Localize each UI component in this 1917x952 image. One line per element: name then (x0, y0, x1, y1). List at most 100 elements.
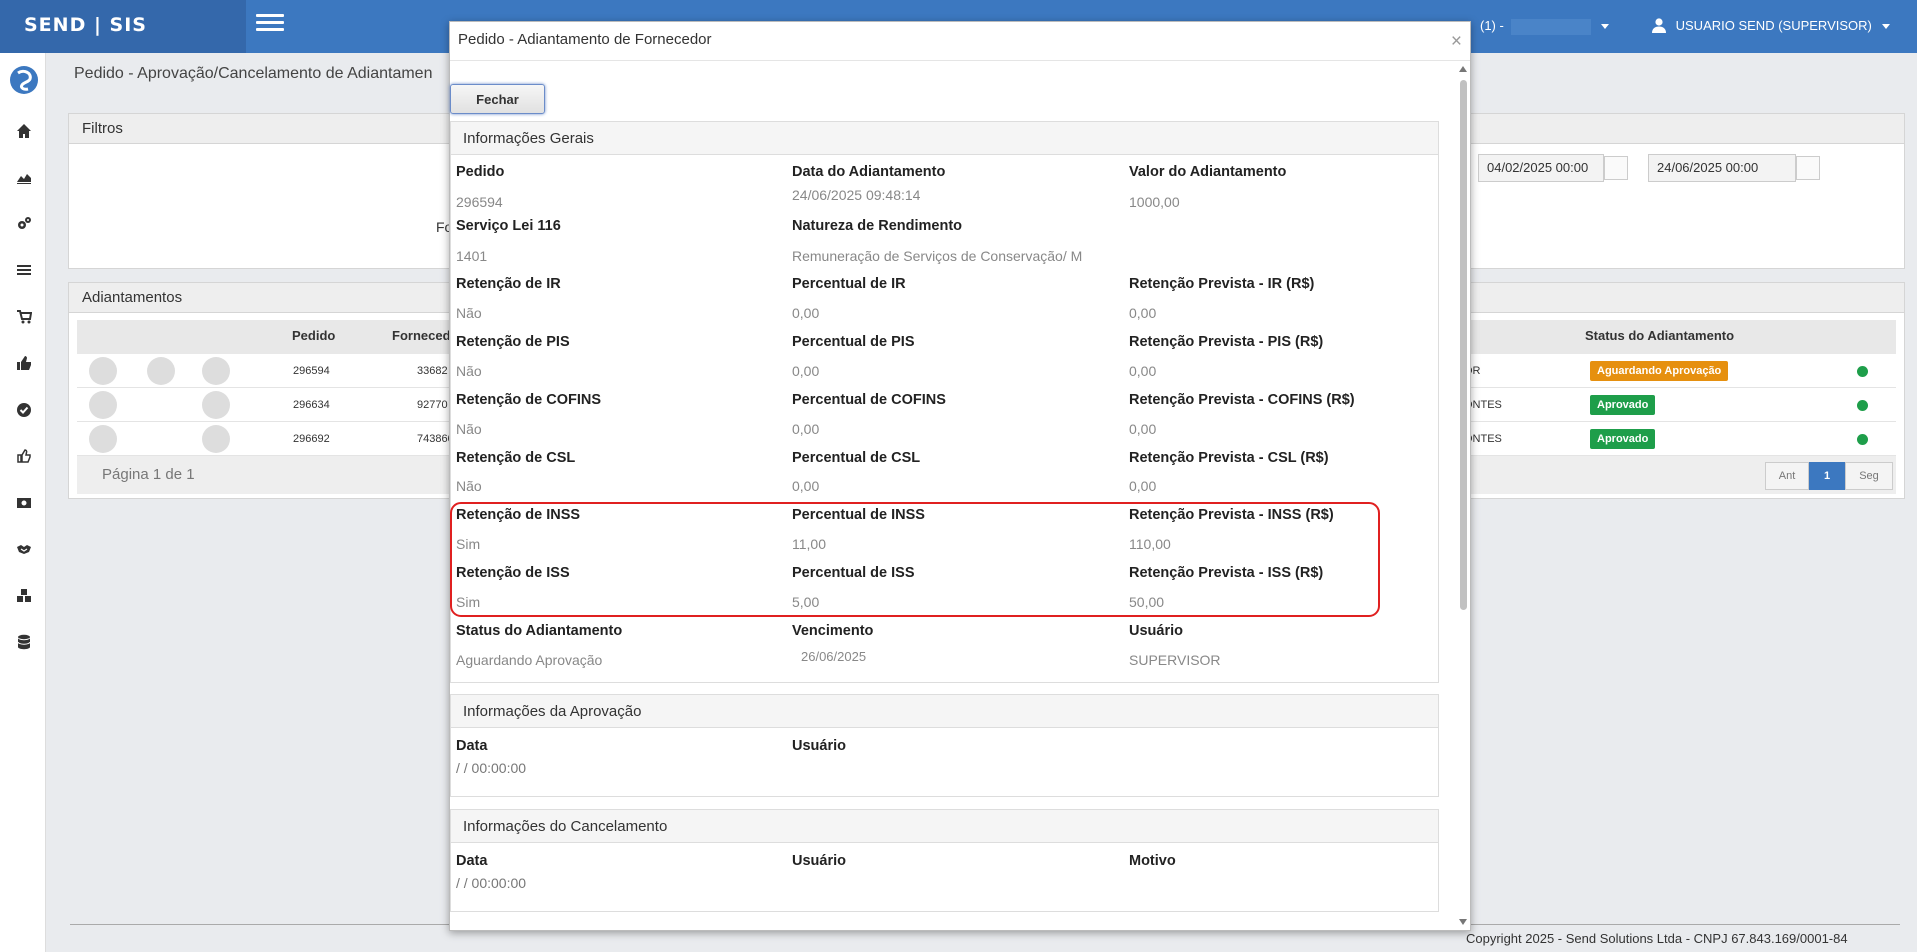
status-badge: Aguardando Aprovação (1590, 361, 1729, 381)
cancel-info-title: Informações do Cancelamento (451, 810, 1438, 843)
field-label: Retenção de PIS (456, 334, 570, 350)
cancel-info-section: Informações do Cancelamento (450, 809, 1439, 912)
cancel-icon[interactable] (202, 391, 230, 419)
menu-toggle-icon[interactable] (256, 14, 284, 34)
field-label: Percentual de IR (792, 276, 906, 292)
status-dot-icon (1857, 434, 1868, 445)
general-info-title: Informações Gerais (451, 122, 1438, 155)
field-value: 50,00 (1129, 594, 1165, 610)
row-pedido: 296634 (293, 399, 330, 411)
field-value: SUPERVISOR (1129, 652, 1221, 668)
user-menu[interactable]: USUARIO SEND (SUPERVISOR) (1652, 18, 1890, 33)
close-icon[interactable]: × (1451, 31, 1462, 53)
calendar-icon[interactable] (1796, 156, 1820, 180)
field-value: Aguardando Aprovação (456, 652, 603, 668)
field-value: 0,00 (792, 363, 820, 379)
status-dot-icon (1857, 400, 1868, 411)
field-label: Status do Adiantamento (456, 623, 623, 639)
field-value: Não (456, 478, 482, 494)
calendar-icon[interactable] (1604, 156, 1628, 180)
company-name-redacted (1511, 18, 1592, 35)
status-badge: Aprovado (1590, 429, 1656, 449)
field-label: Retenção Prevista - COFINS (R$) (1129, 392, 1355, 408)
cart-icon[interactable] (16, 309, 32, 325)
status-dot-icon (1857, 366, 1868, 377)
field-label: Pedido (456, 164, 505, 180)
approval-info-section: Informações da Aprovação (450, 694, 1439, 797)
sidebar (0, 53, 46, 952)
field-value: 296594 (456, 194, 503, 210)
page-info: Página 1 de 1 (102, 466, 195, 483)
date-to-input[interactable]: 24/06/2025 00:00 (1648, 154, 1796, 182)
field-value: Sim (456, 536, 481, 552)
field-label: Retenção Prevista - PIS (R$) (1129, 334, 1324, 350)
thumbs-up-icon[interactable] (16, 355, 32, 371)
cancel-icon[interactable] (202, 425, 230, 453)
row-pedido: 296692 (293, 433, 330, 445)
cubes-icon[interactable] (16, 588, 32, 604)
scroll-up-icon[interactable] (1459, 66, 1467, 72)
dialog-title: Pedido - Adiantamento de Fornecedor (458, 31, 712, 48)
field-label: Retenção de IR (456, 276, 561, 292)
field-label: Natureza de Rendimento (792, 218, 962, 234)
field-value: 24/06/2025 09:48:14 (792, 187, 921, 203)
column-header-fornecedor[interactable]: Forneced (392, 328, 451, 343)
field-label: Percentual de CSL (792, 450, 921, 466)
list-icon[interactable] (16, 262, 32, 278)
field-label: Percentual de COFINS (792, 392, 946, 408)
field-value: 26/06/2025 (801, 649, 867, 664)
field-label: Retenção Prevista - INSS (R$) (1129, 507, 1334, 523)
view-icon[interactable] (89, 391, 117, 419)
field-label: Retenção de CSL (456, 450, 576, 466)
pager-prev-button[interactable]: Ant (1765, 462, 1809, 490)
field-value: 0,00 (1129, 363, 1157, 379)
page-title: Pedido - Aprovação/Cancelamento de Adian… (74, 65, 433, 82)
field-value: 1401 (456, 248, 488, 264)
column-header-pedido[interactable]: Pedido (292, 328, 335, 343)
field-label: Usuário (792, 738, 846, 754)
status-badge: Aprovado (1590, 395, 1656, 415)
pager-next-button[interactable]: Seg (1845, 462, 1893, 490)
column-header-status[interactable]: Status do Adiantamento (1585, 328, 1734, 343)
field-label: Retenção de COFINS (456, 392, 602, 408)
footer-copyright: Copyright 2025 - Send Solutions Ltda - C… (1466, 931, 1848, 946)
pager-current-button[interactable]: 1 (1809, 462, 1845, 490)
home-icon[interactable] (16, 123, 32, 139)
view-icon[interactable] (89, 425, 117, 453)
field-label: Percentual de PIS (792, 334, 915, 350)
scrollbar-thumb[interactable] (1460, 80, 1467, 610)
check-circle-icon[interactable] (16, 402, 32, 418)
cancel-icon[interactable] (202, 357, 230, 385)
field-label: Retenção Prevista - ISS (R$) (1129, 565, 1324, 581)
field-value: 0,00 (792, 305, 820, 321)
field-value: 0,00 (1129, 421, 1157, 437)
field-value: 0,00 (1129, 305, 1157, 321)
row-fornecedor: 33682 (417, 365, 448, 377)
company-selector[interactable]: (1) - (1480, 18, 1610, 35)
field-label: Data do Adiantamento (792, 164, 946, 180)
brand-logo[interactable]: SEND | SIS (0, 0, 246, 53)
field-label: Percentual de INSS (792, 507, 925, 523)
thumbs-up-outline-icon[interactable] (16, 448, 32, 464)
field-value: Não (456, 305, 482, 321)
user-icon (1652, 18, 1666, 33)
handshake-icon[interactable] (16, 541, 32, 557)
field-value: 1000,00 (1129, 194, 1180, 210)
field-value: Não (456, 421, 482, 437)
cogs-icon[interactable] (16, 216, 32, 232)
field-label: Usuário (1129, 623, 1183, 639)
view-icon[interactable] (89, 357, 117, 385)
database-icon[interactable] (16, 634, 32, 650)
approval-info-title: Informações da Aprovação (451, 695, 1438, 728)
close-button[interactable]: Fechar (450, 84, 545, 114)
scroll-down-icon[interactable] (1459, 919, 1467, 925)
field-label: Data (456, 738, 488, 754)
money-icon[interactable] (16, 495, 32, 511)
dialog-scrollbar[interactable] (1458, 64, 1469, 929)
date-from-input[interactable]: 04/02/2025 00:00 (1478, 154, 1604, 182)
field-label: Valor do Adiantamento (1129, 164, 1287, 180)
field-value: Não (456, 363, 482, 379)
area-chart-icon[interactable] (16, 169, 32, 185)
advance-dialog: Pedido - Adiantamento de Fornecedor × Fe… (449, 21, 1471, 931)
approve-icon[interactable] (147, 357, 175, 385)
